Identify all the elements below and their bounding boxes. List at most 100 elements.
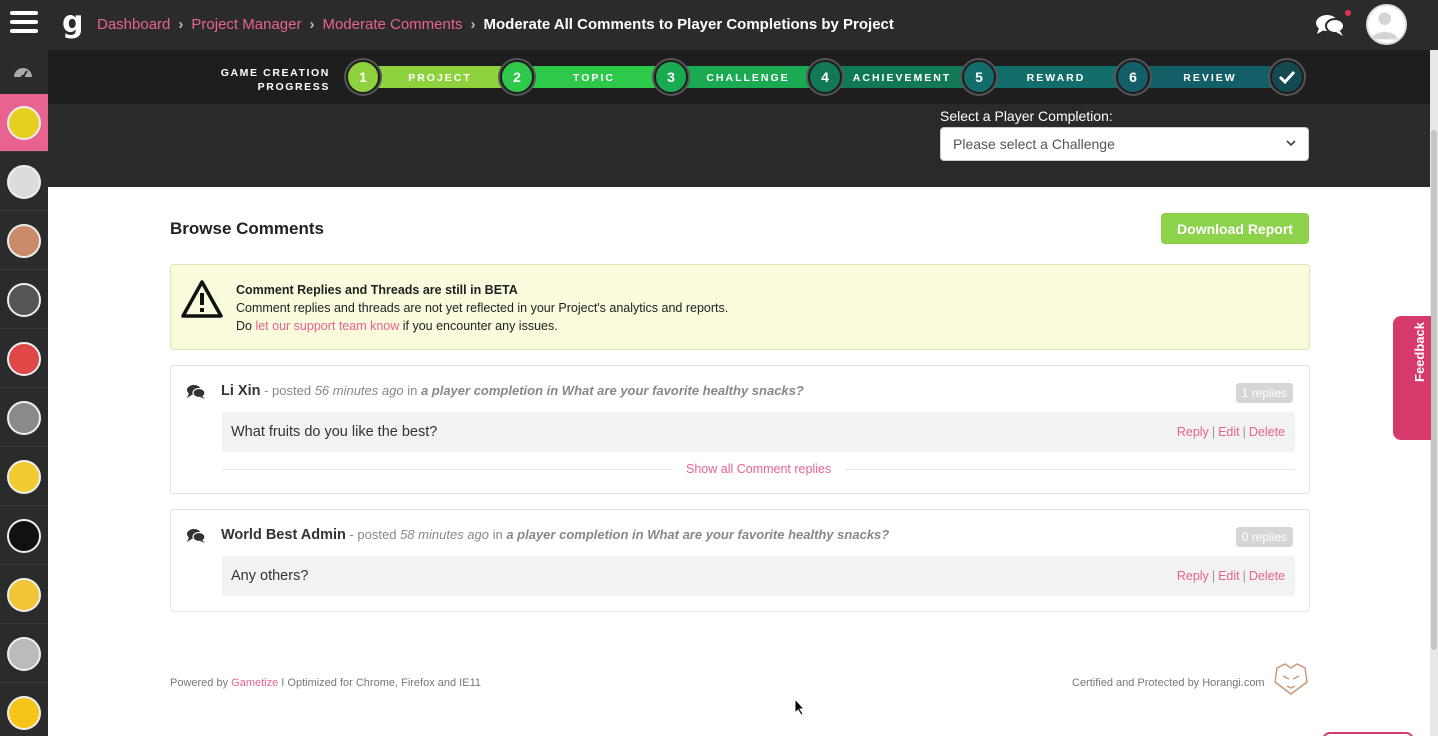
project-gavel-icon [7, 223, 41, 258]
support-team-link[interactable]: let our support team know [255, 319, 399, 333]
posted-text: - posted [345, 527, 401, 542]
project-pacman-icon [7, 459, 41, 494]
beta-prefix: Do [236, 319, 256, 333]
step-1-circle[interactable]: 1 [346, 60, 380, 94]
beta-support-line: Do let our support team know if you enco… [236, 317, 728, 335]
sidebar-item-project-burger[interactable] [0, 566, 48, 624]
comment-message: What fruits do you like the best? Reply |… [222, 412, 1295, 452]
comments-icon [187, 385, 206, 399]
beta-notice: Comment Replies and Threads are still in… [170, 264, 1310, 350]
chevron-right-icon: › [470, 16, 476, 33]
in-text: in [403, 383, 421, 398]
sidebar-item-project-tape[interactable] [0, 271, 48, 329]
reply-link[interactable]: Reply [1177, 425, 1209, 439]
project-burger-icon [7, 577, 41, 612]
show-all-replies-link[interactable]: Show all Comment replies [672, 462, 846, 476]
comment-author[interactable]: Li Xin [221, 383, 260, 399]
sidebar [0, 50, 48, 736]
footer-powered-by: Powered by Gametize I Optimized for Chro… [170, 677, 481, 689]
edit-link[interactable]: Edit [1218, 425, 1240, 439]
challenge-select[interactable]: Please select a Challenge [940, 127, 1309, 161]
checkmark-icon[interactable] [1270, 60, 1304, 94]
edit-link[interactable]: Edit [1218, 569, 1240, 583]
chevron-right-icon: › [178, 16, 184, 33]
feedback-label: Feedback [1412, 322, 1427, 382]
sidebar-item-project-ink[interactable] [0, 153, 48, 211]
delete-link[interactable]: Delete [1249, 569, 1285, 583]
comment-context[interactable]: a player completion in What are your fav… [421, 383, 804, 398]
replies-badge: 1 replies [1235, 383, 1293, 403]
comment-context[interactable]: a player completion in What are your fav… [506, 527, 889, 542]
mouse-cursor [794, 698, 806, 716]
comment-header: World Best Admin - posted 58 minutes ago… [221, 527, 889, 543]
avatar[interactable] [1366, 4, 1407, 45]
challenge-select-value: Please select a Challenge [953, 136, 1115, 152]
step-label-topic[interactable]: TOPIC [540, 72, 648, 84]
sidebar-item-project-group[interactable] [0, 625, 48, 683]
comment-author[interactable]: World Best Admin [221, 527, 346, 543]
beta-heading: Comment Replies and Threads are still in… [236, 283, 518, 297]
project-people-icon [7, 695, 41, 730]
player-completion-label: Select a Player Completion: [940, 108, 1113, 124]
sidebar-item-project-pacman[interactable] [0, 448, 48, 506]
comment-card: World Best Admin - posted 58 minutes ago… [170, 509, 1310, 612]
comment-time: 56 minutes ago [314, 383, 404, 398]
reply-link[interactable]: Reply [1177, 569, 1209, 583]
project-corn-icon [7, 105, 41, 140]
sidebar-item-project-city[interactable] [0, 389, 48, 447]
step-label-project[interactable]: PROJECT [386, 72, 494, 84]
sidebar-item-project-gametize[interactable] [0, 507, 48, 565]
beta-suffix: if you encounter any issues. [399, 319, 558, 333]
comment-actions: Reply | Edit | Delete [1177, 569, 1285, 583]
notification-dot [1345, 10, 1351, 16]
download-report-button[interactable]: Download Report [1161, 213, 1309, 244]
warning-icon [181, 280, 223, 318]
step-label-challenge[interactable]: CHALLENGE [694, 72, 802, 84]
gametize-logo[interactable]: g [62, 8, 83, 38]
replies-badge: 0 replies [1235, 527, 1293, 547]
chat-icon[interactable] [1314, 12, 1346, 38]
step-5-circle[interactable]: 5 [962, 60, 996, 94]
project-pokeball-icon [7, 341, 41, 376]
project-ink-icon [7, 164, 41, 199]
breadcrumb: Dashboard › Project Manager › Moderate C… [97, 16, 894, 33]
delete-link[interactable]: Delete [1249, 425, 1285, 439]
page-title: Moderate All Comments to Player Completi… [483, 16, 894, 33]
breadcrumb-moderate-comments[interactable]: Moderate Comments [322, 16, 462, 33]
step-2-circle[interactable]: 2 [500, 60, 534, 94]
chevron-right-icon: › [309, 16, 315, 33]
action-divider: | [1211, 425, 1216, 439]
step-3-circle[interactable]: 3 [654, 60, 688, 94]
progress-steps: PROJECT 1 TOPIC 2 CHALLENGE 3 ACHIEVEMENT 4 REWA… [346, 60, 1310, 94]
comment-time: 58 minutes ago [400, 527, 489, 542]
sidebar-item-project-pokeball[interactable] [0, 330, 48, 388]
beta-line: Comment replies and threads are not yet … [236, 301, 729, 315]
comment-header: Li Xin - posted 56 minutes ago in a play… [221, 383, 804, 399]
project-city-icon [7, 400, 41, 435]
step-4-circle[interactable]: 4 [808, 60, 842, 94]
step-label-reward[interactable]: REWARD [1002, 72, 1110, 84]
action-divider: | [1242, 425, 1246, 439]
action-divider: | [1211, 569, 1216, 583]
sidebar-item-project-gavel[interactable] [0, 212, 48, 270]
breadcrumb-project-manager[interactable]: Project Manager [191, 16, 301, 33]
progress-label: GAME CREATION PROGRESS [220, 67, 330, 93]
step-6-circle[interactable]: 6 [1116, 60, 1150, 94]
breadcrumb-dashboard[interactable]: Dashboard [97, 16, 170, 33]
sidebar-item-project-corn[interactable] [0, 94, 48, 152]
project-tape-icon [7, 282, 41, 317]
help-widget-edge[interactable] [1322, 732, 1414, 736]
browse-comments-title: Browse Comments [170, 219, 324, 238]
comment-text: What fruits do you like the best? [231, 424, 438, 440]
powered-prefix: Powered by [170, 677, 232, 689]
horangi-tiger-icon[interactable] [1273, 662, 1309, 696]
menu-icon[interactable] [10, 11, 38, 39]
step-label-achievement[interactable]: ACHIEVEMENT [848, 72, 956, 84]
footer-certified: Certified and Protected by Horangi.com [1072, 677, 1265, 689]
step-label-review[interactable]: REVIEW [1156, 72, 1264, 84]
feedback-tab[interactable]: Feedback [1393, 316, 1431, 440]
sidebar-item-project-people[interactable] [0, 684, 48, 736]
beta-notice-text: Comment Replies and Threads are still in… [236, 281, 728, 335]
gametize-link[interactable]: Gametize [231, 677, 278, 689]
dashboard-gauge-icon[interactable] [12, 62, 34, 84]
